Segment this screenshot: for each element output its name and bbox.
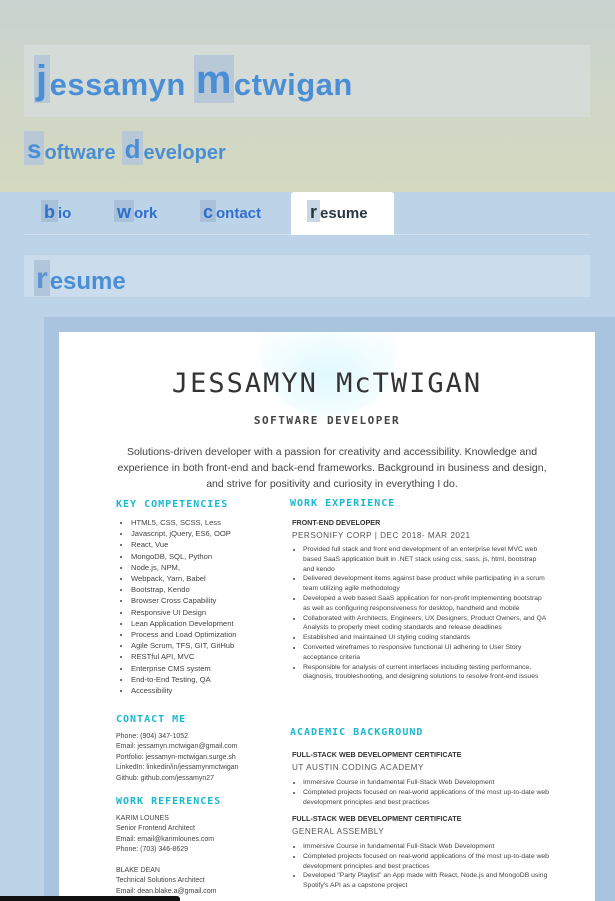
- competency-item: Responsive UI Design: [131, 607, 291, 618]
- contact-line: Github: github.com/jessamyn27: [116, 774, 215, 782]
- section-title-rest: esume: [49, 268, 126, 295]
- job-bullet: Developed a web based SaaS application f…: [303, 594, 549, 614]
- cert2-bullets: Immersive Course in fundamental Full-Sta…: [303, 842, 549, 891]
- job-bullet: Converted wireframes to responsive funct…: [303, 643, 549, 663]
- first-name-rest: essamyn: [49, 67, 186, 102]
- tab-contact-initial: c: [200, 200, 217, 222]
- contact-line: Email: jessamyn.mctwigan@gmail.com: [116, 743, 238, 751]
- competency-item: Node.js, NPM,: [131, 562, 291, 573]
- contact-heading: CONTACT ME: [116, 714, 187, 725]
- tab-bio-initial: b: [41, 200, 58, 222]
- competency-item: Enterprise CMS system: [131, 663, 291, 674]
- cert-bullet: Immersive Course in fundamental Full-Sta…: [303, 842, 549, 852]
- job-bullet: Collaborated with Architects, Engineers,…: [303, 614, 549, 634]
- resume-document[interactable]: JESSAMYN McTWIGAN SOFTWARE DEVELOPER Sol…: [59, 332, 595, 901]
- job-title: s oftware d eveloper: [24, 131, 226, 165]
- resume-name: JESSAMYN McTWIGAN: [171, 368, 483, 399]
- tab-bio[interactable]: b io: [41, 192, 91, 235]
- cert-bullet: Developed "Party Playlist" an App made w…: [303, 871, 549, 891]
- competency-item: RESTful API, MVC: [131, 651, 291, 662]
- header-banner: jessamyn mctwigan s oftware d eveloper: [0, 0, 615, 192]
- job-title-banner: s oftware d eveloper: [24, 131, 590, 171]
- reference-line: KARIM LOUNES: [116, 815, 169, 822]
- job-bullet: Provided full stack and front end develo…: [303, 545, 549, 574]
- reference-blake: BLAKE DEAN Technical Solutions Architect E…: [116, 866, 217, 897]
- tab-resume-initial: r: [307, 200, 321, 222]
- contact-lines: Phone: (904) 347-1052 Email: jessamyn.mct…: [116, 732, 239, 784]
- competency-item: Agile Scrum, TFS, GIT, GitHub: [131, 640, 291, 651]
- main-nav: b io w ork c ontact r esume: [24, 192, 590, 235]
- reference-line: Technical Solutions Architect: [116, 877, 205, 885]
- last-name-rest: ctwigan: [233, 67, 353, 102]
- cert-bullet: Completed projects focused on real-world…: [303, 852, 549, 872]
- competency-item: Webpack, Yarn, Babel: [131, 573, 291, 584]
- cert1-bullets: Immersive Course in fundamental Full-Sta…: [303, 778, 549, 807]
- section-header: resume: [24, 255, 590, 297]
- academic-heading: ACADEMIC BACKGROUND: [290, 727, 424, 738]
- competency-item: React, Vue: [131, 539, 291, 550]
- section-title-initial: r: [34, 260, 50, 296]
- tab-resume-rest: esume: [320, 205, 368, 222]
- job-company-line: PERSONIFY CORP | DEC 2018- MAR 2021: [292, 531, 471, 540]
- reference-line: BLAKE DEAN: [116, 867, 160, 874]
- competencies-list: HTML5, CSS, SCSS, LessJavascript, jQuery…: [131, 517, 291, 696]
- competency-item: HTML5, CSS, SCSS, Less: [131, 517, 291, 528]
- competency-item: MongoDB, SQL, Python: [131, 551, 291, 562]
- contact-line: LinkedIn: linkedin/in/jessamynmctwigan: [116, 764, 239, 772]
- cert-bullet: Completed projects focused on real-world…: [303, 788, 549, 808]
- title-word2-rest: eveloper: [143, 142, 226, 164]
- cert1-school: UT AUSTIN CODING ACADEMY: [292, 763, 424, 772]
- reference-line: Phone: (703) 346-8629: [116, 846, 188, 854]
- cert2-title: FULL-STACK WEB DEVELOPMENT CERTIFICATE: [292, 814, 462, 823]
- competency-item: Process and Load Optimization: [131, 629, 291, 640]
- title-word1-initial: s: [24, 131, 45, 165]
- job-bullet: Delivered development items against base…: [303, 574, 549, 594]
- competency-item: Bootstrap, Kendo: [131, 584, 291, 595]
- tab-bio-rest: io: [58, 205, 72, 222]
- competency-item: Javascript, jQuery, ES6, OOP: [131, 528, 291, 539]
- bottom-scrollbar[interactable]: [0, 896, 180, 901]
- title-word1-rest: oftware: [44, 142, 116, 164]
- name-banner: jessamyn mctwigan: [24, 45, 590, 117]
- last-name-initial: m: [193, 55, 234, 103]
- tab-resume[interactable]: r esume: [291, 192, 394, 235]
- cert1-title: FULL-STACK WEB DEVELOPMENT CERTIFICATE: [292, 750, 462, 759]
- tab-contact-rest: ontact: [216, 205, 262, 222]
- tab-work-rest: ork: [134, 205, 158, 222]
- tab-work-initial: w: [114, 200, 135, 222]
- competency-item: Lean Application Development: [131, 618, 291, 629]
- job-bullet: Established and maintained UI styling co…: [303, 633, 549, 643]
- tab-work[interactable]: w ork: [114, 192, 174, 235]
- references-heading: WORK REFERENCES: [116, 796, 222, 807]
- resume-summary: Solutions-driven developer with a passio…: [117, 446, 547, 490]
- title-word2-initial: d: [121, 131, 144, 165]
- cert-bullet: Immersive Course in fundamental Full-Sta…: [303, 778, 549, 788]
- competency-item: End-to-End Testing, QA: [131, 674, 291, 685]
- reference-karim: KARIM LOUNES Senior Frontend Architect Ema…: [116, 814, 214, 856]
- first-name-initial: j: [34, 55, 50, 103]
- contact-line: Phone: (904) 347-1052: [116, 733, 188, 740]
- job-bullet: Responsible for analysis of current inte…: [303, 663, 549, 683]
- reference-line: Senior Frontend Architect: [116, 825, 195, 833]
- tab-contact[interactable]: c ontact: [200, 192, 280, 235]
- competency-item: Accessibility: [131, 685, 291, 696]
- competencies-heading: KEY COMPETENCIES: [116, 499, 229, 510]
- competency-item: Browser Cross Capability: [131, 595, 291, 606]
- reference-line: Email: email@karimlounes.com: [116, 835, 215, 843]
- cert2-school: GENERAL ASSEMBLY: [292, 827, 385, 836]
- site-owner-name: jessamyn mctwigan: [34, 55, 353, 103]
- job-title-line: FRONT-END DEVELOPER: [292, 518, 381, 527]
- contact-line: Portfolio: jessamyn-mctwigan.surge.sh: [116, 753, 236, 761]
- section-title: resume: [34, 260, 126, 296]
- experience-heading: WORK EXPERIENCE: [290, 498, 396, 509]
- resume-role: SOFTWARE DEVELOPER: [253, 414, 401, 427]
- job-bullets: Provided full stack and front end develo…: [303, 545, 549, 682]
